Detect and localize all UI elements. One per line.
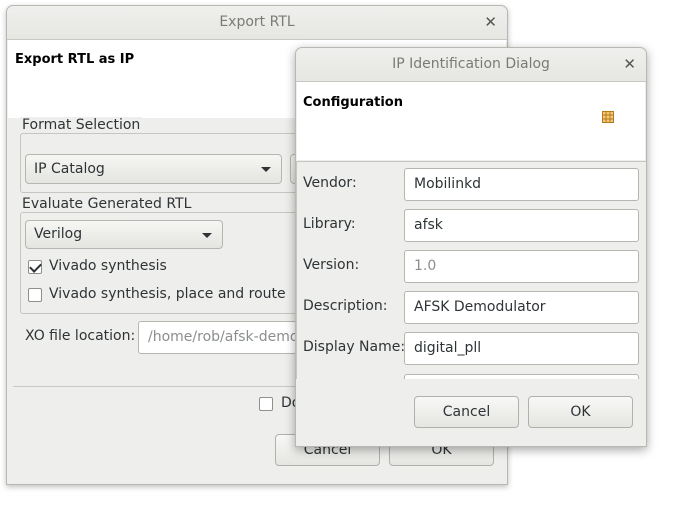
ip-field-input[interactable]: afsk (404, 209, 639, 242)
ip-dialog-titlebar[interactable]: IP Identification Dialog ✕ (296, 48, 646, 82)
export-rtl-heading: Export RTL as IP (15, 52, 135, 67)
ip-field-value: Mobilinkd (414, 176, 482, 192)
ip-dialog-header: Configuration (297, 82, 645, 160)
ip-ok-label: OK (570, 404, 591, 420)
xo-location-label: XO file location: (25, 328, 136, 344)
close-icon[interactable]: ✕ (623, 48, 636, 81)
checkmark-icon (29, 260, 42, 273)
ip-ok-button[interactable]: OK (528, 396, 633, 428)
ip-field-input[interactable]: 1.0 (404, 250, 639, 283)
vivado-pnr-label: Vivado synthesis, place and route (49, 286, 286, 302)
ip-field-label: Version: (303, 257, 360, 273)
ip-cancel-label: Cancel (442, 404, 491, 420)
ip-field-label: Display Name: (303, 339, 406, 355)
ip-field-value: afsk (414, 217, 443, 233)
ip-dialog-title: IP Identification Dialog (392, 56, 550, 72)
do-checkbox[interactable] (259, 397, 273, 411)
format-dropdown[interactable]: IP Catalog (25, 154, 282, 184)
language-dropdown[interactable]: Verilog (25, 220, 223, 249)
ip-field-label: Vendor: (303, 175, 357, 191)
configuration-heading: Configuration (303, 95, 403, 110)
chevron-down-icon (261, 167, 271, 172)
ip-field-value: AFSK Demodulator (414, 299, 546, 315)
ip-field-input[interactable]: AFSK Demodulator (404, 291, 639, 324)
format-dropdown-value: IP Catalog (34, 161, 105, 177)
chevron-down-icon (202, 232, 212, 238)
ip-identification-dialog: IP Identification Dialog ✕ Configuration… (295, 47, 647, 447)
export-rtl-titlebar[interactable]: Export RTL ✕ (7, 6, 507, 40)
vivado-synthesis-label: Vivado synthesis (49, 258, 167, 274)
export-rtl-title: Export RTL (219, 14, 295, 30)
vivado-pnr-checkbox[interactable] (28, 288, 42, 302)
evaluate-rtl-label: Evaluate Generated RTL (20, 196, 194, 212)
hidden-field-input[interactable] (404, 374, 639, 379)
ip-field-input[interactable]: Mobilinkd (404, 168, 639, 201)
ip-field-value: 1.0 (414, 258, 437, 274)
ip-field-input[interactable]: digital_pll (404, 332, 639, 365)
ip-field-value: digital_pll (414, 340, 482, 356)
ip-field-label: Description: (303, 298, 388, 314)
format-selection-label: Format Selection (20, 117, 143, 133)
xo-location-input[interactable]: /home/rob/afsk-demod (138, 321, 318, 354)
ip-field-label: Library: (303, 216, 356, 232)
ip-cancel-button[interactable]: Cancel (414, 396, 519, 428)
xo-location-value: /home/rob/afsk-demod (148, 329, 308, 345)
language-dropdown-value: Verilog (34, 226, 83, 242)
vivado-synthesis-checkbox[interactable] (28, 260, 42, 274)
grid-config-icon (602, 111, 614, 123)
close-icon[interactable]: ✕ (484, 6, 497, 39)
fields-scroll-area[interactable]: Vendor: Mobilinkd Library: afsk Version: 1.0 D… (296, 161, 646, 379)
